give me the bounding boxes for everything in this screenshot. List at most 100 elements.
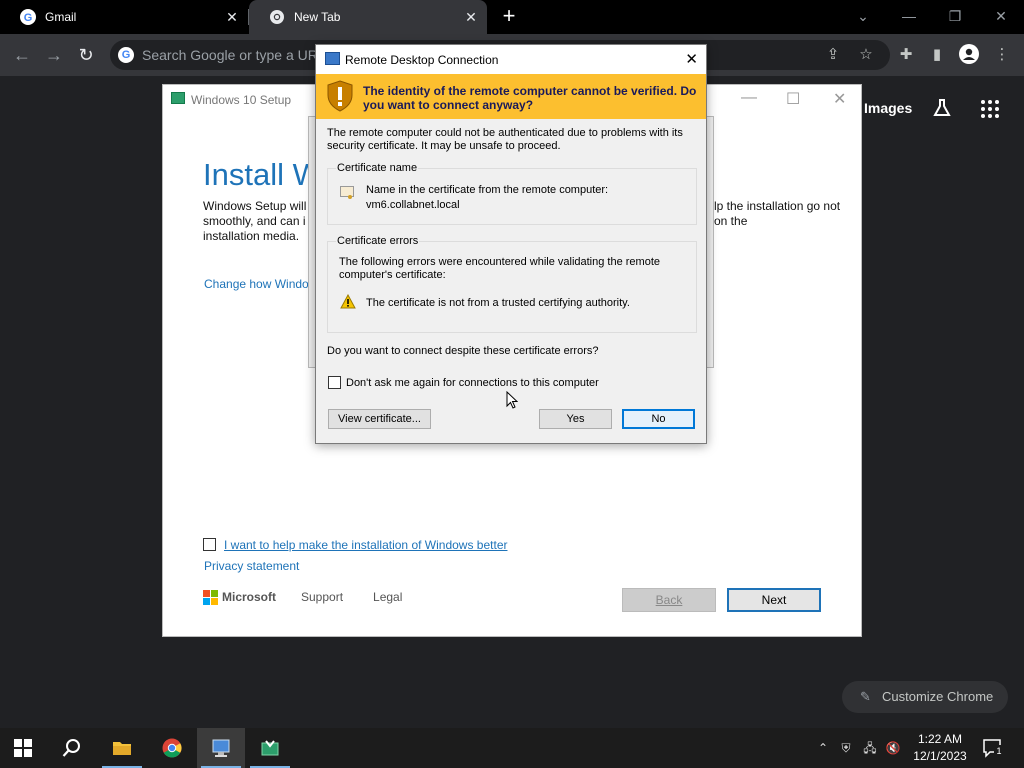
warning-icon bbox=[340, 294, 356, 309]
customize-chrome-button[interactable]: ✎ Customize Chrome bbox=[842, 681, 1008, 713]
certificate-name-group: Certificate name Name in the certificate… bbox=[327, 162, 697, 225]
remote-desktop-taskbar-button[interactable] bbox=[197, 728, 245, 768]
chrome-icon bbox=[162, 738, 182, 758]
folder-icon bbox=[113, 742, 131, 755]
side-panel-icon[interactable]: ▮ bbox=[926, 44, 948, 66]
close-icon[interactable]: ✕ bbox=[463, 9, 479, 25]
setup-icon bbox=[261, 740, 279, 756]
privacy-statement-link[interactable]: Privacy statement bbox=[204, 559, 299, 573]
tab-gmail[interactable]: G Gmail ✕ bbox=[0, 0, 248, 34]
google-icon bbox=[118, 47, 134, 63]
windows-start-icon[interactable] bbox=[14, 739, 32, 757]
chrome-taskbar-button[interactable] bbox=[148, 728, 196, 768]
profile-icon[interactable] bbox=[958, 44, 980, 66]
reload-icon[interactable]: ↻ bbox=[75, 44, 97, 66]
microsoft-brand: Microsoft bbox=[222, 590, 276, 604]
chevron-down-icon[interactable]: ⌄ bbox=[851, 4, 875, 28]
menu-dots-icon[interactable]: ⋮ bbox=[991, 44, 1013, 66]
extensions-icon[interactable]: ✚ bbox=[895, 44, 917, 66]
tab-title: Gmail bbox=[45, 10, 77, 24]
group-label: Certificate errors bbox=[336, 235, 420, 247]
setup-title: Windows 10 Setup bbox=[191, 93, 292, 107]
setup-description-right: lp the installation go not on the bbox=[714, 199, 841, 228]
certificate-name-text: Name in the certificate from the remote … bbox=[366, 183, 608, 213]
change-download-link[interactable]: Change how Windo bbox=[204, 277, 309, 291]
certificate-icon bbox=[340, 186, 354, 199]
close-window-icon[interactable]: ✕ bbox=[989, 4, 1013, 28]
security-tray-icon[interactable]: ⛨ bbox=[838, 740, 854, 756]
restore-icon[interactable]: ❐ bbox=[943, 4, 967, 28]
forward-arrow-icon[interactable]: → bbox=[43, 44, 65, 66]
chrome-icon bbox=[269, 9, 285, 25]
close-icon[interactable]: ✕ bbox=[685, 50, 698, 68]
chrome-tab-strip: G Gmail ✕ New Tab ✕ + ⌄ — ❐ ✕ bbox=[0, 0, 1024, 34]
microsoft-logo-icon bbox=[203, 589, 218, 605]
rdp-title: Remote Desktop Connection bbox=[345, 53, 499, 67]
setup-footer: Microsoft Support Legal bbox=[203, 587, 432, 607]
close-icon[interactable]: ✕ bbox=[833, 89, 846, 109]
dont-ask-checkbox[interactable]: Don't ask me again for connections to th… bbox=[328, 376, 599, 389]
dont-ask-label: Don't ask me again for connections to th… bbox=[346, 376, 599, 389]
back-button[interactable]: Back bbox=[622, 588, 716, 612]
support-link[interactable]: Support bbox=[301, 590, 343, 604]
cert-name-label: Name in the certificate from the remote … bbox=[366, 184, 609, 196]
back-arrow-icon[interactable]: ← bbox=[11, 44, 33, 66]
mouse-cursor-icon bbox=[506, 391, 518, 409]
help-improve-label: I want to help make the installation of … bbox=[224, 538, 508, 552]
banner-message: The identity of the remote computer cann… bbox=[363, 84, 697, 112]
minimize-icon[interactable]: — bbox=[741, 89, 757, 107]
setup-heading: Install W bbox=[203, 157, 322, 192]
search-icon bbox=[62, 739, 80, 757]
rdp-titlebar: Remote Desktop Connection ✕ bbox=[316, 45, 706, 74]
clock-date: 12/1/2023 bbox=[913, 749, 967, 763]
rdp-certificate-dialog: Remote Desktop Connection ✕ The identity… bbox=[315, 44, 707, 444]
checkbox-icon[interactable] bbox=[203, 538, 216, 551]
apps-grid-icon[interactable] bbox=[980, 99, 1000, 122]
help-improve-checkbox[interactable]: I want to help make the installation of … bbox=[203, 538, 507, 552]
setup-description: Windows Setup will smoothly, and can i i… bbox=[203, 199, 307, 243]
taskbar: ⌃ ⛨ 🖧 🔇 1:22 AM 12/1/2023 1 bbox=[0, 728, 1024, 768]
network-icon[interactable]: 🖧 bbox=[862, 740, 878, 756]
checkbox-icon[interactable] bbox=[328, 376, 341, 389]
yes-button[interactable]: Yes bbox=[539, 409, 612, 429]
close-icon[interactable]: ✕ bbox=[224, 9, 240, 25]
warning-banner: The identity of the remote computer cann… bbox=[316, 74, 706, 119]
tab-new-tab[interactable]: New Tab ✕ bbox=[249, 0, 487, 34]
system-clock[interactable]: 1:22 AM 12/1/2023 bbox=[905, 731, 975, 765]
share-icon[interactable]: ⇪ bbox=[822, 44, 844, 66]
customize-chrome-label: Customize Chrome bbox=[882, 689, 994, 704]
volume-muted-icon[interactable]: 🔇 bbox=[885, 740, 901, 756]
pencil-icon: ✎ bbox=[860, 689, 871, 704]
notification-count: 1 bbox=[994, 745, 1004, 757]
svg-text:G: G bbox=[24, 12, 33, 24]
images-link[interactable]: Images bbox=[864, 100, 912, 116]
chevron-up-icon[interactable]: ⌃ bbox=[815, 740, 831, 756]
clock-time: 1:22 AM bbox=[917, 732, 963, 746]
bookmark-star-icon[interactable]: ☆ bbox=[855, 44, 877, 66]
notifications-button[interactable]: 1 bbox=[982, 738, 1004, 758]
rdp-intro-text: The remote computer could not be authent… bbox=[327, 127, 683, 152]
shield-warning-icon bbox=[327, 80, 353, 112]
next-button[interactable]: Next bbox=[727, 588, 821, 612]
rdp-question: Do you want to connect despite these cer… bbox=[327, 345, 599, 357]
address-placeholder: Search Google or type a URL bbox=[142, 47, 326, 63]
file-explorer-taskbar-button[interactable] bbox=[98, 728, 146, 768]
certificate-errors-group: Certificate errors The following errors … bbox=[327, 235, 697, 333]
tab-title: New Tab bbox=[294, 10, 341, 24]
group-label: Certificate name bbox=[336, 162, 419, 174]
no-button[interactable]: No bbox=[622, 409, 695, 429]
remote-desktop-icon bbox=[325, 52, 340, 65]
windows-setup-taskbar-button[interactable] bbox=[246, 728, 294, 768]
remote-desktop-icon bbox=[212, 739, 230, 757]
minimize-icon[interactable]: — bbox=[897, 4, 921, 28]
view-certificate-button[interactable]: View certificate... bbox=[328, 409, 431, 429]
labs-icon[interactable] bbox=[932, 98, 952, 121]
search-taskbar-button[interactable] bbox=[48, 728, 96, 768]
setup-app-icon bbox=[171, 92, 185, 104]
error-item: The certificate is not from a trusted ce… bbox=[366, 297, 630, 309]
maximize-icon[interactable]: ☐ bbox=[786, 89, 800, 109]
errors-intro: The following errors were encountered wh… bbox=[339, 256, 661, 281]
legal-link[interactable]: Legal bbox=[373, 590, 402, 604]
new-tab-button[interactable]: + bbox=[497, 5, 521, 28]
cert-name-value: vm6.collabnet.local bbox=[366, 199, 460, 211]
